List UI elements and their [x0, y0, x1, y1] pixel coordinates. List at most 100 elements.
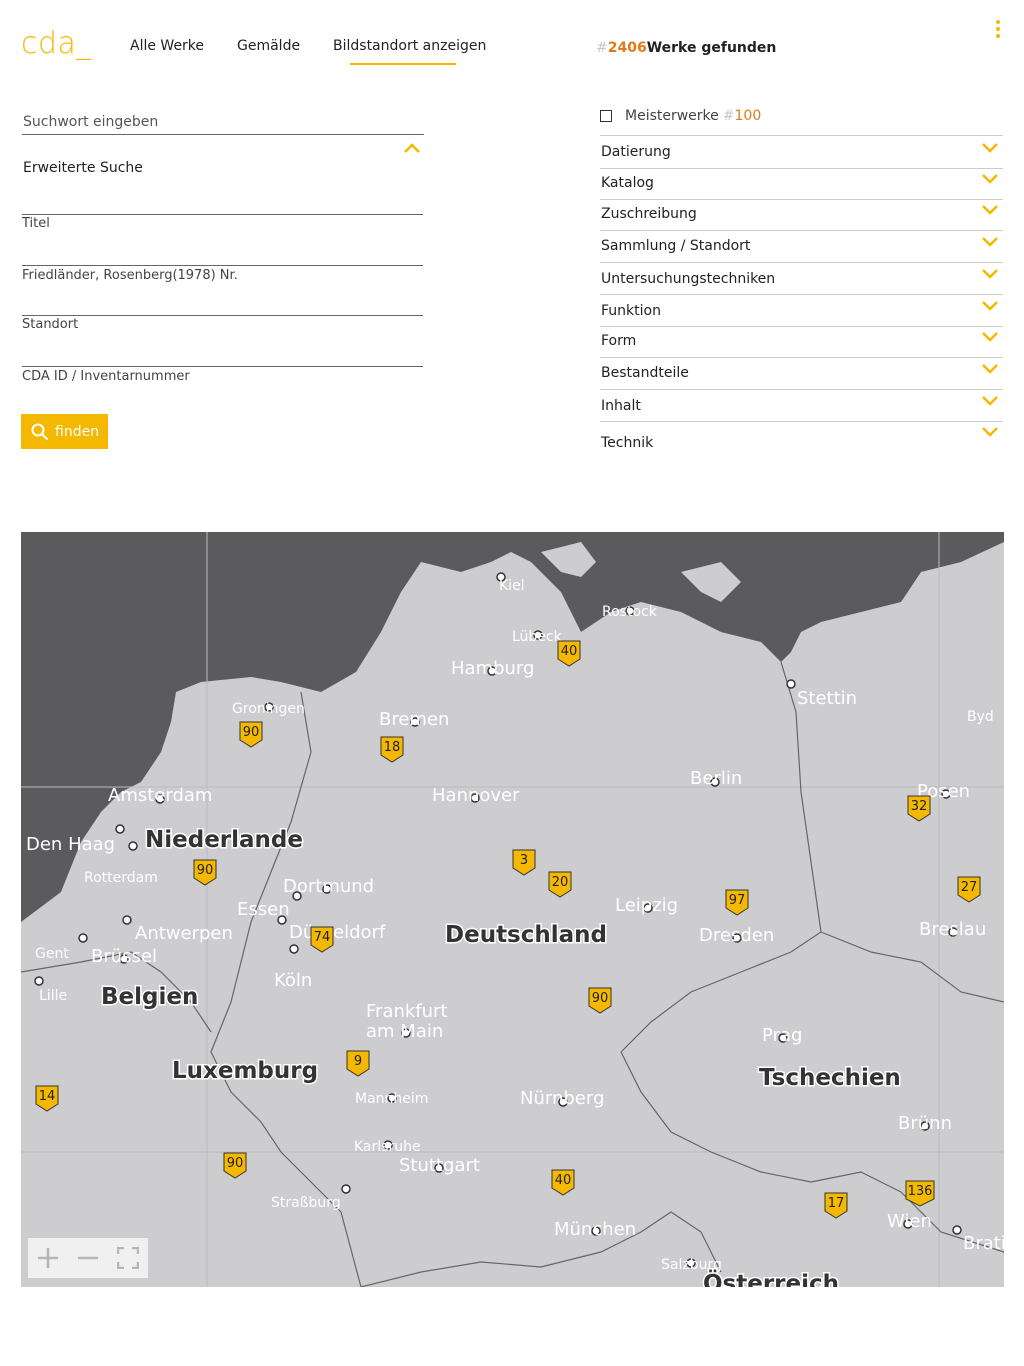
city-label: Groningen — [232, 701, 305, 717]
map-marker[interactable]: 32 — [907, 795, 931, 822]
map-marker[interactable]: 90 — [193, 859, 217, 886]
filter-inhalt[interactable]: Inhalt — [600, 390, 1003, 422]
country-label: Luxemburg — [172, 1058, 318, 1084]
chevron-down-icon[interactable] — [981, 424, 999, 443]
meisterwerke-filter[interactable]: Meisterwerke #100 — [600, 108, 761, 124]
filter-form[interactable]: Form — [600, 326, 1003, 358]
map-marker[interactable]: 136 — [905, 1180, 935, 1207]
zoom-out-icon[interactable] — [74, 1244, 102, 1272]
filter-sammlung-standort[interactable]: Sammlung / Standort — [600, 231, 1003, 263]
chevron-down-icon[interactable] — [981, 234, 999, 253]
cda-id-field[interactable] — [22, 366, 423, 367]
marker-count: 90 — [243, 725, 260, 740]
chevron-up-icon[interactable] — [402, 138, 422, 158]
marker-count: 74 — [314, 930, 331, 945]
marker-count: 17 — [828, 1196, 845, 1211]
filter-label: Datierung — [601, 144, 671, 160]
city-label: Byd — [967, 709, 994, 725]
city-label: Rostock — [602, 604, 658, 620]
chevron-down-icon[interactable] — [981, 361, 999, 380]
chevron-down-icon[interactable] — [981, 202, 999, 221]
filter-label: Technik — [601, 435, 654, 451]
chevron-down-icon[interactable] — [981, 329, 999, 348]
filter-funktion[interactable]: Funktion — [600, 295, 1003, 327]
map-marker[interactable]: 40 — [557, 640, 581, 667]
country-label: Deutschland — [445, 922, 607, 948]
map-marker[interactable]: 90 — [239, 721, 263, 748]
marker-count: 40 — [555, 1173, 572, 1188]
city-label: Gent — [35, 946, 69, 962]
city-label: Leipzig — [615, 895, 678, 916]
standort-field-label: Standort — [22, 317, 79, 332]
meisterwerke-checkbox[interactable] — [600, 110, 612, 122]
city-dot — [78, 933, 88, 943]
fullscreen-icon[interactable] — [114, 1244, 142, 1272]
chevron-down-icon[interactable] — [981, 298, 999, 317]
marker-count: 20 — [552, 875, 569, 890]
map-controls — [28, 1238, 148, 1278]
map-marker[interactable]: 97 — [725, 889, 749, 916]
results-count: #2406Werke gefunden — [596, 40, 777, 56]
city-label: Den Haag — [26, 834, 115, 855]
kebab-menu-icon[interactable] — [994, 20, 1002, 42]
nav-alle-werke[interactable]: Alle Werke — [130, 38, 204, 54]
city-dot — [128, 841, 138, 851]
standort-field[interactable] — [22, 315, 423, 316]
city-label: Stuttgart — [399, 1155, 480, 1176]
chevron-down-icon[interactable] — [981, 393, 999, 412]
city-label: Brüssel — [91, 946, 157, 967]
city-label: Breslau — [919, 919, 986, 940]
map-marker[interactable]: 40 — [551, 1169, 575, 1196]
map-marker[interactable]: 90 — [588, 987, 612, 1014]
filter-label: Form — [601, 333, 637, 349]
map-marker[interactable]: 9 — [346, 1050, 370, 1077]
chevron-down-icon[interactable] — [981, 171, 999, 190]
divider — [600, 135, 1003, 136]
city-label: Brünn — [898, 1113, 952, 1134]
city-label: Berlin — [690, 768, 742, 789]
filter-technik[interactable]: Technik — [600, 421, 1003, 461]
location-map[interactable]: Kiel Rostock Lübeck Hamburg Stettin Groningen… — [21, 532, 1004, 1287]
filter-datierung[interactable]: Datierung — [600, 137, 1003, 169]
title-field[interactable] — [22, 214, 423, 215]
map-marker[interactable]: 90 — [223, 1152, 247, 1179]
friedlaender-field[interactable] — [22, 265, 423, 266]
city-dot — [277, 915, 287, 925]
city-dot — [786, 679, 796, 689]
country-label: Belgien — [101, 984, 198, 1010]
filter-label: Untersuchungstechniken — [601, 271, 776, 287]
search-input[interactable]: Suchwort eingeben — [22, 112, 424, 135]
city-label: Dresden — [699, 925, 774, 946]
marker-count: 3 — [520, 853, 528, 868]
chevron-down-icon[interactable] — [981, 266, 999, 285]
zoom-in-icon[interactable] — [34, 1244, 62, 1272]
marker-count: 40 — [561, 644, 578, 659]
filter-zuschreibung[interactable]: Zuschreibung — [600, 199, 1003, 231]
advanced-search-label: Erweiterte Suche — [23, 160, 143, 176]
map-marker[interactable]: 14 — [35, 1085, 59, 1112]
map-marker[interactable]: 18 — [380, 736, 404, 763]
logo[interactable]: cda_ — [21, 26, 92, 61]
map-marker[interactable]: 27 — [957, 876, 981, 903]
map-marker[interactable]: 74 — [310, 926, 334, 953]
city-dot — [115, 824, 125, 834]
map-marker[interactable]: 20 — [548, 871, 572, 898]
marker-count: 97 — [729, 893, 746, 908]
map-marker[interactable]: 3 — [512, 849, 536, 876]
nav-bildstandort[interactable]: Bildstandort anzeigen — [333, 38, 486, 54]
city-label: Kiel — [499, 578, 525, 594]
city-label: Mannheim — [355, 1091, 428, 1107]
nav-gemaelde[interactable]: Gemälde — [237, 38, 300, 54]
filter-label: Bestandteile — [601, 365, 689, 381]
city-dot — [952, 1225, 962, 1235]
nav-active-indicator — [350, 63, 456, 65]
filter-katalog[interactable]: Katalog — [600, 168, 1003, 200]
map-marker[interactable]: 17 — [824, 1192, 848, 1219]
chevron-down-icon[interactable] — [981, 140, 999, 159]
filter-bestandteile[interactable]: Bestandteile — [600, 358, 1003, 390]
title-field-label: Titel — [22, 216, 50, 231]
marker-count: 90 — [227, 1156, 244, 1171]
find-button[interactable]: finden — [21, 414, 108, 449]
cda-id-field-label: CDA ID / Inventarnummer — [22, 369, 190, 384]
filter-untersuchungstechniken[interactable]: Untersuchungstechniken — [600, 263, 1003, 295]
